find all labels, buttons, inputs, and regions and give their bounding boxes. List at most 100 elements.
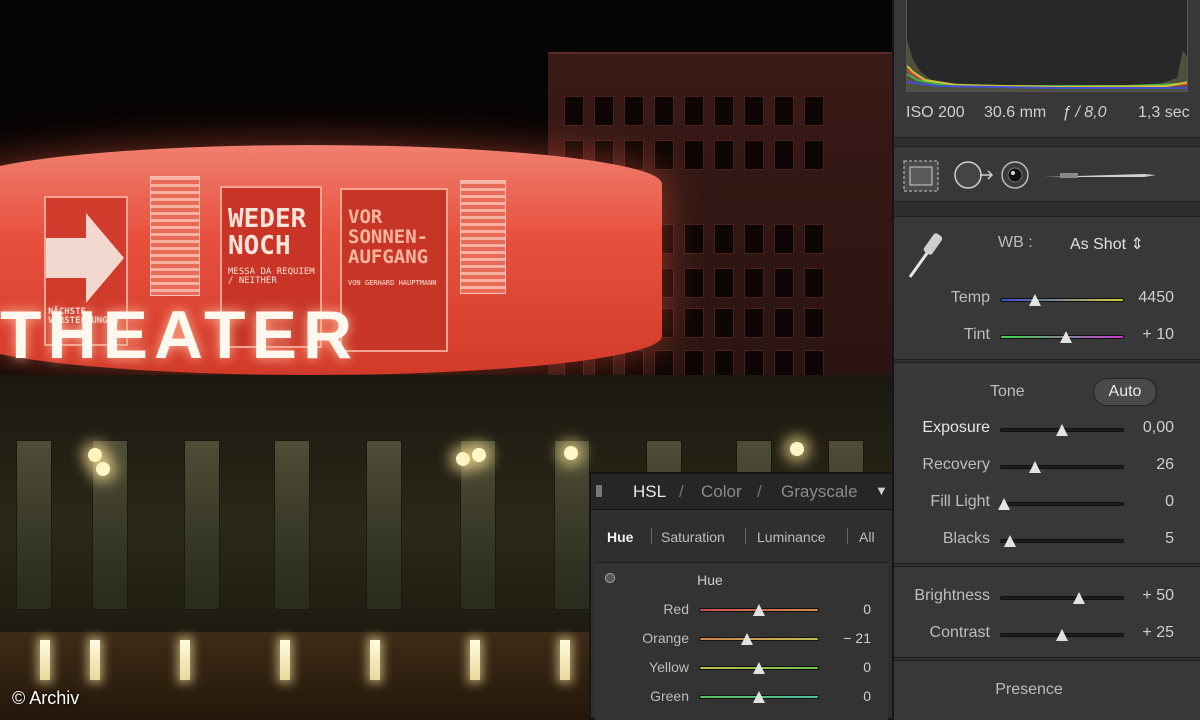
tone-slider-fill-light[interactable] <box>1000 502 1124 506</box>
building-window <box>744 268 764 298</box>
presence-section: Presence <box>894 660 1200 720</box>
glass-panel <box>184 440 220 610</box>
collapse-icon[interactable]: ▼ <box>875 483 888 498</box>
tab-hsl[interactable]: HSL <box>633 482 666 502</box>
subtab-all[interactable]: All <box>859 529 875 545</box>
building-window <box>804 140 824 170</box>
canopy-light <box>90 640 100 680</box>
wb-label-temp: Temp <box>950 289 990 306</box>
slider-thumb[interactable] <box>1003 535 1016 547</box>
slider-thumb[interactable] <box>1028 461 1041 473</box>
tab-separator: / <box>679 482 684 501</box>
poster-subtitle: MESSA DA REQUIEM / NEITHER <box>228 267 315 287</box>
auto-tone-button[interactable]: Auto <box>1093 378 1157 406</box>
presence-value-brightness[interactable]: + 50 <box>1130 587 1174 605</box>
slider-thumb[interactable] <box>753 604 765 616</box>
building-window <box>774 96 794 126</box>
building-window <box>804 224 824 254</box>
hue-slider-orange[interactable] <box>699 637 819 641</box>
slider-thumb[interactable] <box>1056 629 1068 641</box>
presence-value-contrast[interactable]: + 25 <box>1130 624 1174 642</box>
slider-thumb[interactable] <box>997 498 1010 510</box>
tone-label: Tone <box>990 383 1025 400</box>
hue-value-green[interactable]: 0 <box>831 688 871 704</box>
building-window <box>714 224 734 254</box>
hue-group-title: Hue <box>697 572 723 588</box>
hue-value-yellow[interactable]: 0 <box>831 659 871 675</box>
tone-value-exposure[interactable]: 0,00 <box>1130 419 1174 437</box>
building-window <box>684 224 704 254</box>
hue-label-red: Red <box>663 601 689 617</box>
facade-vent <box>150 176 200 296</box>
target-adjust-icon[interactable] <box>605 573 615 583</box>
glass-panel <box>554 440 590 610</box>
building-window <box>714 96 734 126</box>
slider-thumb[interactable] <box>1073 592 1086 604</box>
subtab-divider <box>847 528 848 544</box>
subtab-hue[interactable]: Hue <box>607 529 633 545</box>
poster-subtitle: VON GERHARD HAUPTMANN <box>348 279 437 287</box>
copyright-caption: © Archiv <box>12 688 80 708</box>
basic-wb-section: WB : As Shot ⇕ Temp 4450 Tint + 10 <box>894 216 1200 360</box>
eyedropper-icon[interactable] <box>906 227 946 283</box>
slider-thumb[interactable] <box>1059 331 1072 343</box>
wb-select[interactable]: As Shot ⇕ <box>1070 234 1170 254</box>
slider-thumb[interactable] <box>1028 294 1041 306</box>
panel-switch-icon[interactable] <box>595 484 603 498</box>
tab-grayscale[interactable]: Grayscale <box>781 482 858 502</box>
wb-value-temp[interactable]: 4450 <box>1130 289 1174 307</box>
building-window <box>744 308 764 338</box>
building-window <box>564 96 584 126</box>
canopy-light <box>280 640 290 680</box>
tone-value-recovery[interactable]: 26 <box>1130 456 1174 474</box>
slider-thumb[interactable] <box>741 633 753 645</box>
glass-panel <box>366 440 402 610</box>
arrow-right-icon <box>46 213 124 303</box>
tone-label-fill-light: Fill Light <box>930 493 990 510</box>
building-window <box>624 96 644 126</box>
tab-separator: / <box>757 482 762 501</box>
presence-slider-brightness[interactable] <box>1000 596 1124 600</box>
wb-slider-temp[interactable] <box>1000 298 1124 302</box>
tone-value-fill-light[interactable]: 0 <box>1130 493 1174 511</box>
tone-slider-recovery[interactable] <box>1000 465 1124 469</box>
canopy-light <box>180 640 190 680</box>
light-lamp <box>88 448 102 462</box>
building-window <box>654 96 674 126</box>
hue-label-green: Green <box>650 688 689 704</box>
building-window <box>684 140 704 170</box>
wb-label-tint: Tint <box>963 326 990 343</box>
crop-overlay-icon[interactable] <box>903 160 939 192</box>
tone-label-recovery: Recovery <box>922 456 990 473</box>
building-window <box>804 96 824 126</box>
exif-aperture: ƒ / 8,0 <box>1062 104 1107 121</box>
hue-value-orange[interactable]: − 21 <box>831 630 871 646</box>
hsl-hue-group: Hue Red 0 Orange − 21 Yellow 0 Green 0 <box>595 562 888 720</box>
hue-value-red[interactable]: 0 <box>831 601 871 617</box>
exif-shutter: 1,3 sec <box>1138 104 1190 121</box>
canopy-light <box>40 640 50 680</box>
subtab-luminance[interactable]: Luminance <box>757 529 826 545</box>
canopy-light <box>560 640 570 680</box>
spot-removal-icon[interactable] <box>954 161 994 189</box>
slider-thumb[interactable] <box>1056 424 1068 436</box>
histogram-graph <box>907 40 1187 91</box>
tone-value-blacks[interactable]: 5 <box>1130 530 1174 548</box>
building-window <box>744 224 764 254</box>
tool-strip <box>894 146 1200 202</box>
light-lamp <box>790 442 804 456</box>
slider-thumb[interactable] <box>753 691 765 703</box>
adjustment-brush-icon[interactable] <box>1044 173 1156 178</box>
histogram <box>906 0 1188 92</box>
glass-panel <box>16 440 52 610</box>
red-eye-icon[interactable] <box>1001 161 1029 189</box>
building-window <box>684 308 704 338</box>
wb-value-tint[interactable]: + 10 <box>1130 326 1174 344</box>
tab-color[interactable]: Color <box>701 482 742 502</box>
slider-thumb[interactable] <box>753 662 765 674</box>
facade-vent <box>460 180 506 294</box>
tone-slider-blacks[interactable] <box>1000 539 1124 543</box>
subtab-saturation[interactable]: Saturation <box>661 529 725 545</box>
tone-section: Tone Auto Exposure 0,00 Recovery 26 Fill Lig… <box>894 362 1200 564</box>
exif-iso: ISO 200 <box>906 104 965 121</box>
